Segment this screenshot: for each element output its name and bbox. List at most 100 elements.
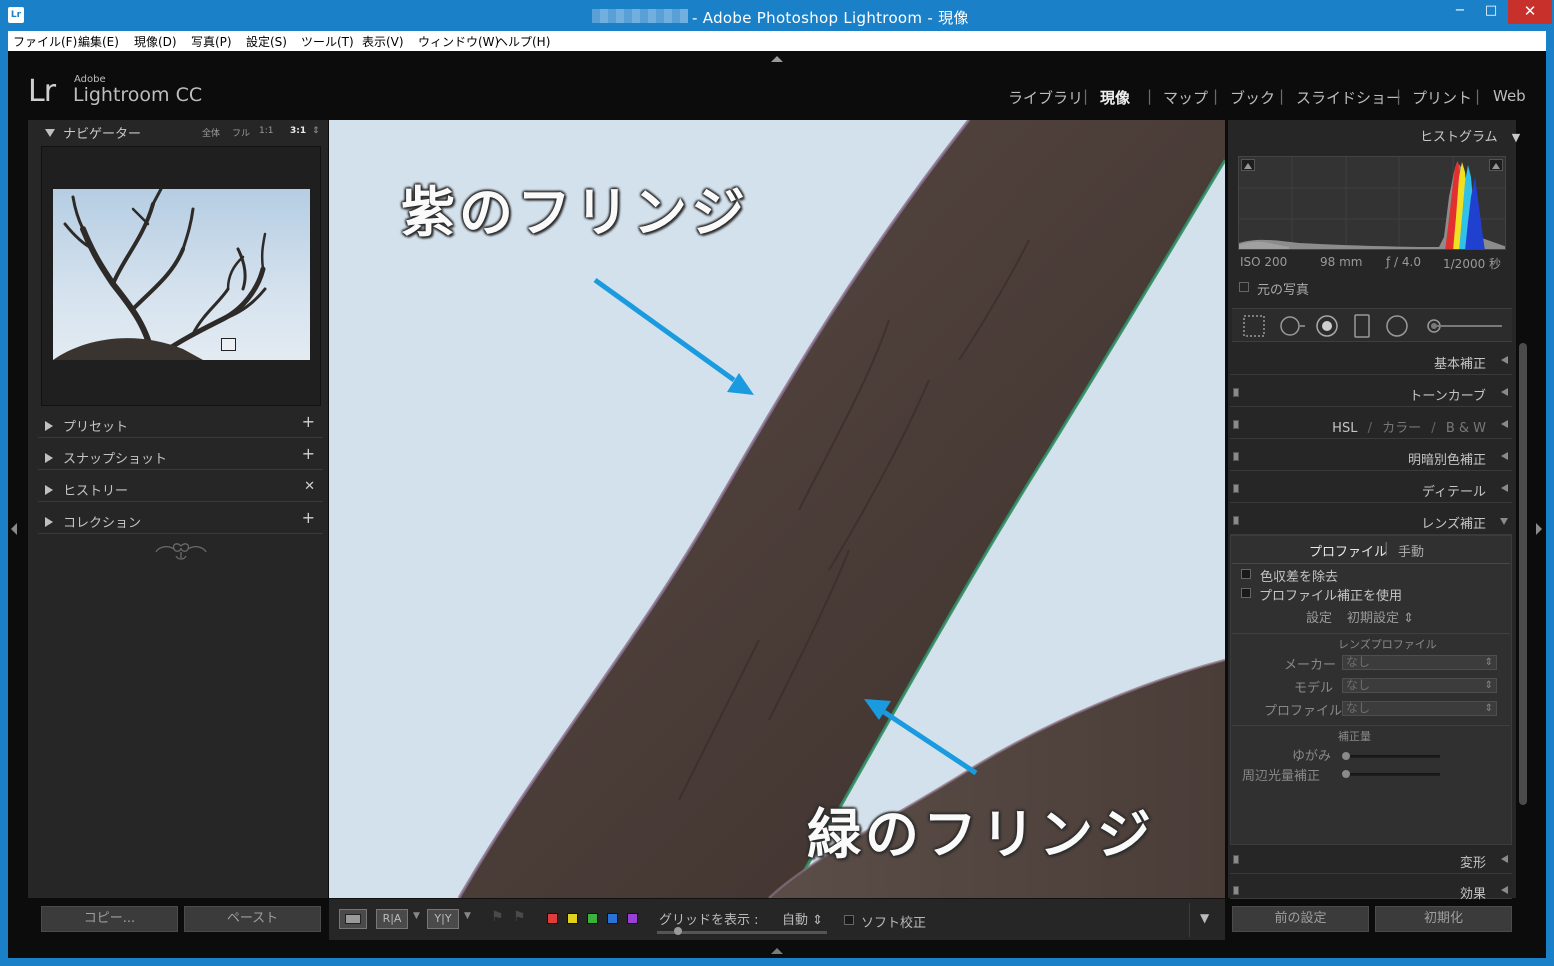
aperture-value: ƒ / 4.0: [1386, 255, 1421, 269]
color-tab[interactable]: カラー: [1382, 421, 1421, 436]
menu-window[interactable]: ウィンドウ(W): [418, 33, 499, 50]
hsl-tab[interactable]: HSL: [1332, 421, 1357, 436]
slider-thumb[interactable]: [674, 927, 682, 935]
transform-section[interactable]: 変形: [1230, 846, 1512, 874]
color-label-swatch[interactable]: [587, 913, 598, 924]
shadow-clipping-button[interactable]: [1241, 159, 1255, 171]
basic-section[interactable]: 基本補正: [1230, 347, 1512, 375]
section-toggle-switch[interactable]: [1233, 452, 1239, 461]
top-panel-toggle-icon[interactable]: [771, 56, 783, 62]
minimize-button[interactable]: −: [1445, 0, 1475, 24]
copy-button[interactable]: コピー...: [41, 906, 178, 932]
toolbar-menu-icon[interactable]: ▼: [1200, 911, 1209, 925]
color-label-swatch[interactable]: [627, 913, 638, 924]
hsl-section[interactable]: HSL / カラー / B & W: [1230, 411, 1512, 439]
section-toggle-switch[interactable]: [1233, 855, 1239, 864]
section-toggle-switch[interactable]: [1233, 516, 1239, 525]
color-label-swatch[interactable]: [567, 913, 578, 924]
navigator-thumbnail[interactable]: [53, 189, 310, 360]
zoom-menu-arrow-icon[interactable]: ⇕: [312, 126, 320, 136]
iso-value: ISO 200: [1240, 255, 1288, 269]
collections-section[interactable]: コレクション +: [38, 506, 323, 534]
module-book[interactable]: ブック: [1230, 87, 1275, 108]
color-label-swatch[interactable]: [547, 913, 558, 924]
before-after-tb-menu-icon[interactable]: ▼: [464, 911, 471, 921]
menu-edit[interactable]: 編集(E): [78, 33, 119, 50]
highlight-clipping-button[interactable]: [1489, 159, 1503, 171]
image-preview[interactable]: 紫のフリンジ 緑のフリンジ: [329, 120, 1225, 898]
right-panel-scrollbar[interactable]: [1519, 343, 1527, 805]
presets-section[interactable]: プリセット +: [38, 410, 323, 438]
menu-tools[interactable]: ツール(T): [301, 33, 354, 50]
enable-profile-checkbox[interactable]: [1241, 588, 1251, 598]
close-button[interactable]: ✕: [1508, 0, 1552, 24]
tone-curve-section[interactable]: トーンカーブ: [1230, 379, 1512, 407]
bw-tab[interactable]: B & W: [1446, 421, 1486, 436]
zoom-1-1[interactable]: 1:1: [259, 126, 273, 136]
before-after-lr-button[interactable]: R|A: [376, 909, 408, 929]
histogram-plot: [1239, 157, 1505, 249]
reject-flag-icon[interactable]: ⚑: [513, 909, 526, 925]
setup-select[interactable]: 初期設定 ⇕: [1347, 607, 1414, 626]
histogram-graph[interactable]: [1238, 156, 1506, 250]
triangle-up-icon: [1244, 163, 1252, 169]
before-after-menu-icon[interactable]: ▼: [413, 911, 420, 921]
profile-select[interactable]: なし: [1342, 701, 1497, 716]
menu-help[interactable]: ヘルプ(H): [496, 33, 550, 50]
menu-settings[interactable]: 設定(S): [246, 33, 287, 50]
zoom-fill[interactable]: フル: [232, 126, 250, 139]
navigator-viewport-rect[interactable]: [221, 338, 236, 351]
left-panel-toggle-icon[interactable]: [11, 523, 17, 535]
menu-view[interactable]: 表示(V): [362, 33, 404, 50]
model-select[interactable]: なし: [1342, 678, 1497, 693]
section-toggle-switch[interactable]: [1233, 420, 1239, 429]
menu-file[interactable]: ファイル(F): [13, 33, 77, 50]
navigator-header[interactable]: ナビゲーター: [45, 123, 141, 142]
distortion-slider[interactable]: [1342, 752, 1440, 760]
add-collection-button[interactable]: +: [302, 508, 315, 527]
paste-button[interactable]: ペースト: [184, 906, 321, 932]
menu-photo[interactable]: 写真(P): [191, 33, 232, 50]
add-snapshot-button[interactable]: +: [302, 444, 315, 463]
history-section[interactable]: ヒストリー ✕: [38, 474, 323, 502]
module-map[interactable]: マップ: [1163, 87, 1208, 108]
pick-flag-icon[interactable]: ⚑: [491, 909, 504, 925]
color-label-swatch[interactable]: [607, 913, 618, 924]
maker-select[interactable]: なし: [1342, 655, 1497, 670]
module-library[interactable]: ライブラリ: [1008, 87, 1083, 108]
section-toggle-switch[interactable]: [1233, 388, 1239, 397]
module-print[interactable]: プリント: [1412, 87, 1472, 108]
effects-section[interactable]: 効果: [1230, 877, 1512, 902]
section-toggle-switch[interactable]: [1233, 886, 1239, 895]
grid-opacity-slider[interactable]: [657, 927, 827, 935]
previous-settings-button[interactable]: 前の設定: [1232, 906, 1369, 932]
lens-correction-section[interactable]: レンズ補正: [1230, 507, 1512, 535]
section-toggle-switch[interactable]: [1233, 484, 1239, 493]
loupe-view-button[interactable]: [339, 909, 367, 929]
right-panel-toggle-icon[interactable]: [1536, 523, 1542, 535]
lens-tab-profile[interactable]: プロファイル: [1309, 541, 1387, 560]
split-toning-section[interactable]: 明暗別色補正: [1230, 443, 1512, 471]
detail-section[interactable]: ディテール: [1230, 475, 1512, 503]
tool-strip: [1232, 308, 1512, 342]
menu-develop[interactable]: 現像(D): [134, 33, 177, 50]
module-develop[interactable]: 現像: [1100, 87, 1130, 108]
add-preset-button[interactable]: +: [302, 412, 315, 431]
original-photo-checkbox[interactable]: [1239, 282, 1249, 292]
before-after-tb-button[interactable]: Y|Y: [427, 909, 459, 929]
histogram-header[interactable]: ヒストグラム ▼: [1420, 126, 1520, 145]
module-web[interactable]: Web: [1493, 87, 1526, 105]
module-slideshow[interactable]: スライドショー: [1296, 87, 1401, 108]
reset-button[interactable]: 初期化: [1375, 906, 1512, 932]
maximize-button[interactable]: □: [1476, 0, 1506, 24]
filmstrip-toggle-icon[interactable]: [771, 948, 783, 954]
vignetting-slider[interactable]: [1342, 770, 1440, 778]
clear-history-button[interactable]: ✕: [304, 479, 315, 494]
soft-proof-checkbox[interactable]: [844, 915, 854, 925]
lens-tab-manual[interactable]: 手動: [1398, 541, 1424, 560]
snapshots-section[interactable]: スナップショット +: [38, 442, 323, 470]
zoom-fit[interactable]: 全体: [202, 126, 220, 139]
remove-ca-checkbox[interactable]: [1241, 569, 1251, 579]
grid-value-select[interactable]: 自動 ⇕: [782, 909, 823, 928]
zoom-3-1[interactable]: 3:1: [290, 126, 306, 136]
